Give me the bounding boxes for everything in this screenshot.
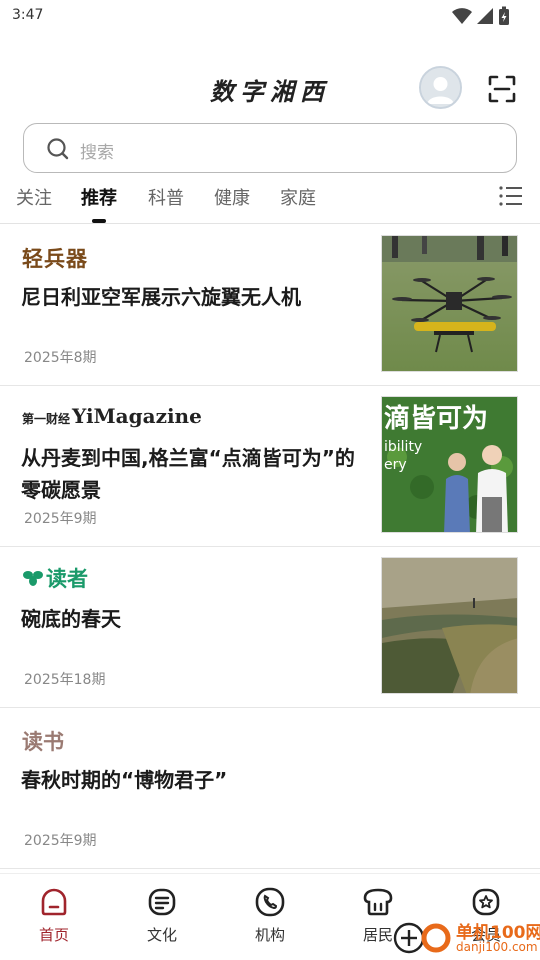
- site-watermark: 单机100网 danji100.com: [392, 916, 540, 960]
- thumb-text: ibility: [384, 439, 422, 455]
- active-tab-indicator: [92, 219, 106, 223]
- tab-follow[interactable]: 关注: [16, 184, 52, 210]
- status-bar: 3:47: [0, 0, 540, 32]
- nav-culture[interactable]: 文化: [108, 886, 216, 945]
- green-wall-image: 滴皆可为 ibility ery: [382, 397, 517, 532]
- article-card[interactable]: 读书 春秋时期的“博物君子” 2025年9期: [0, 708, 540, 869]
- search-icon: [47, 138, 69, 160]
- nav-organization[interactable]: 机构: [216, 886, 324, 945]
- article-issue: 2025年8期: [24, 350, 97, 366]
- app-header: 数字湘西: [0, 62, 540, 114]
- scan-icon[interactable]: [487, 74, 517, 104]
- tab-recommend[interactable]: 推荐: [81, 184, 117, 210]
- tab-health[interactable]: 健康: [214, 184, 250, 210]
- avatar[interactable]: [419, 66, 462, 109]
- article-title[interactable]: 碗底的春天: [21, 603, 357, 635]
- thumb-text: 滴皆可为: [384, 403, 488, 434]
- article-card[interactable]: 读者 碗底的春天 2025年18期: [0, 547, 540, 708]
- watermark-url: danji100.com: [456, 940, 538, 954]
- tab-family[interactable]: 家庭: [280, 184, 316, 210]
- article-card[interactable]: 轻兵器 尼日利亚空军展示六旋翼无人机 2025年8期: [0, 225, 540, 386]
- culture-icon: [148, 888, 176, 916]
- category-tabs: 关注 推荐 科普 健康 家庭: [0, 178, 540, 224]
- article-title[interactable]: 尼日利亚空军展示六旋翼无人机: [21, 281, 357, 313]
- member-icon: [472, 888, 500, 916]
- magazine-logo: 第一财经 YiMagazine: [22, 404, 202, 428]
- menu-list-icon[interactable]: [498, 184, 524, 208]
- battery-icon: [499, 6, 509, 25]
- wifi-icon: [452, 8, 472, 24]
- search-placeholder: 搜索: [80, 143, 114, 163]
- landscape-painting-image: [382, 558, 517, 693]
- signal-icon: [477, 8, 493, 24]
- phone-icon: [255, 887, 285, 917]
- article-card[interactable]: 第一财经 YiMagazine 从丹麦到中国,格兰富“点滴皆可为”的零碳愿景 2…: [0, 386, 540, 547]
- nav-home[interactable]: 首页: [0, 886, 108, 945]
- article-title[interactable]: 春秋时期的“博物君子”: [21, 764, 357, 796]
- article-feed: 轻兵器 尼日利亚空军展示六旋翼无人机 2025年8期 第一财经 YiMagazi…: [0, 225, 540, 869]
- article-issue: 2025年18期: [24, 672, 106, 688]
- article-issue: 2025年9期: [24, 833, 97, 849]
- article-thumbnail[interactable]: 滴皆可为 ibility ery: [381, 396, 518, 533]
- thumb-text: ery: [384, 457, 407, 473]
- drone-image: [382, 236, 517, 371]
- article-thumbnail[interactable]: [381, 235, 518, 372]
- magazine-logo: 读书: [22, 729, 64, 754]
- article-issue: 2025年9期: [24, 511, 97, 527]
- tab-science[interactable]: 科普: [148, 184, 184, 210]
- resident-icon: [363, 888, 393, 916]
- bee-logo-icon: [23, 571, 43, 586]
- watermark-logo-icon: [393, 922, 451, 954]
- search-box[interactable]: 搜索: [23, 123, 517, 173]
- home-icon: [41, 888, 67, 916]
- article-title[interactable]: 从丹麦到中国,格兰富“点滴皆可为”的零碳愿景: [21, 442, 357, 506]
- magazine-logo: 轻兵器: [22, 246, 88, 271]
- status-time: 3:47: [12, 7, 44, 23]
- magazine-logo: 读者: [22, 565, 88, 591]
- default-avatar-icon: [421, 68, 460, 107]
- article-thumbnail[interactable]: [381, 557, 518, 694]
